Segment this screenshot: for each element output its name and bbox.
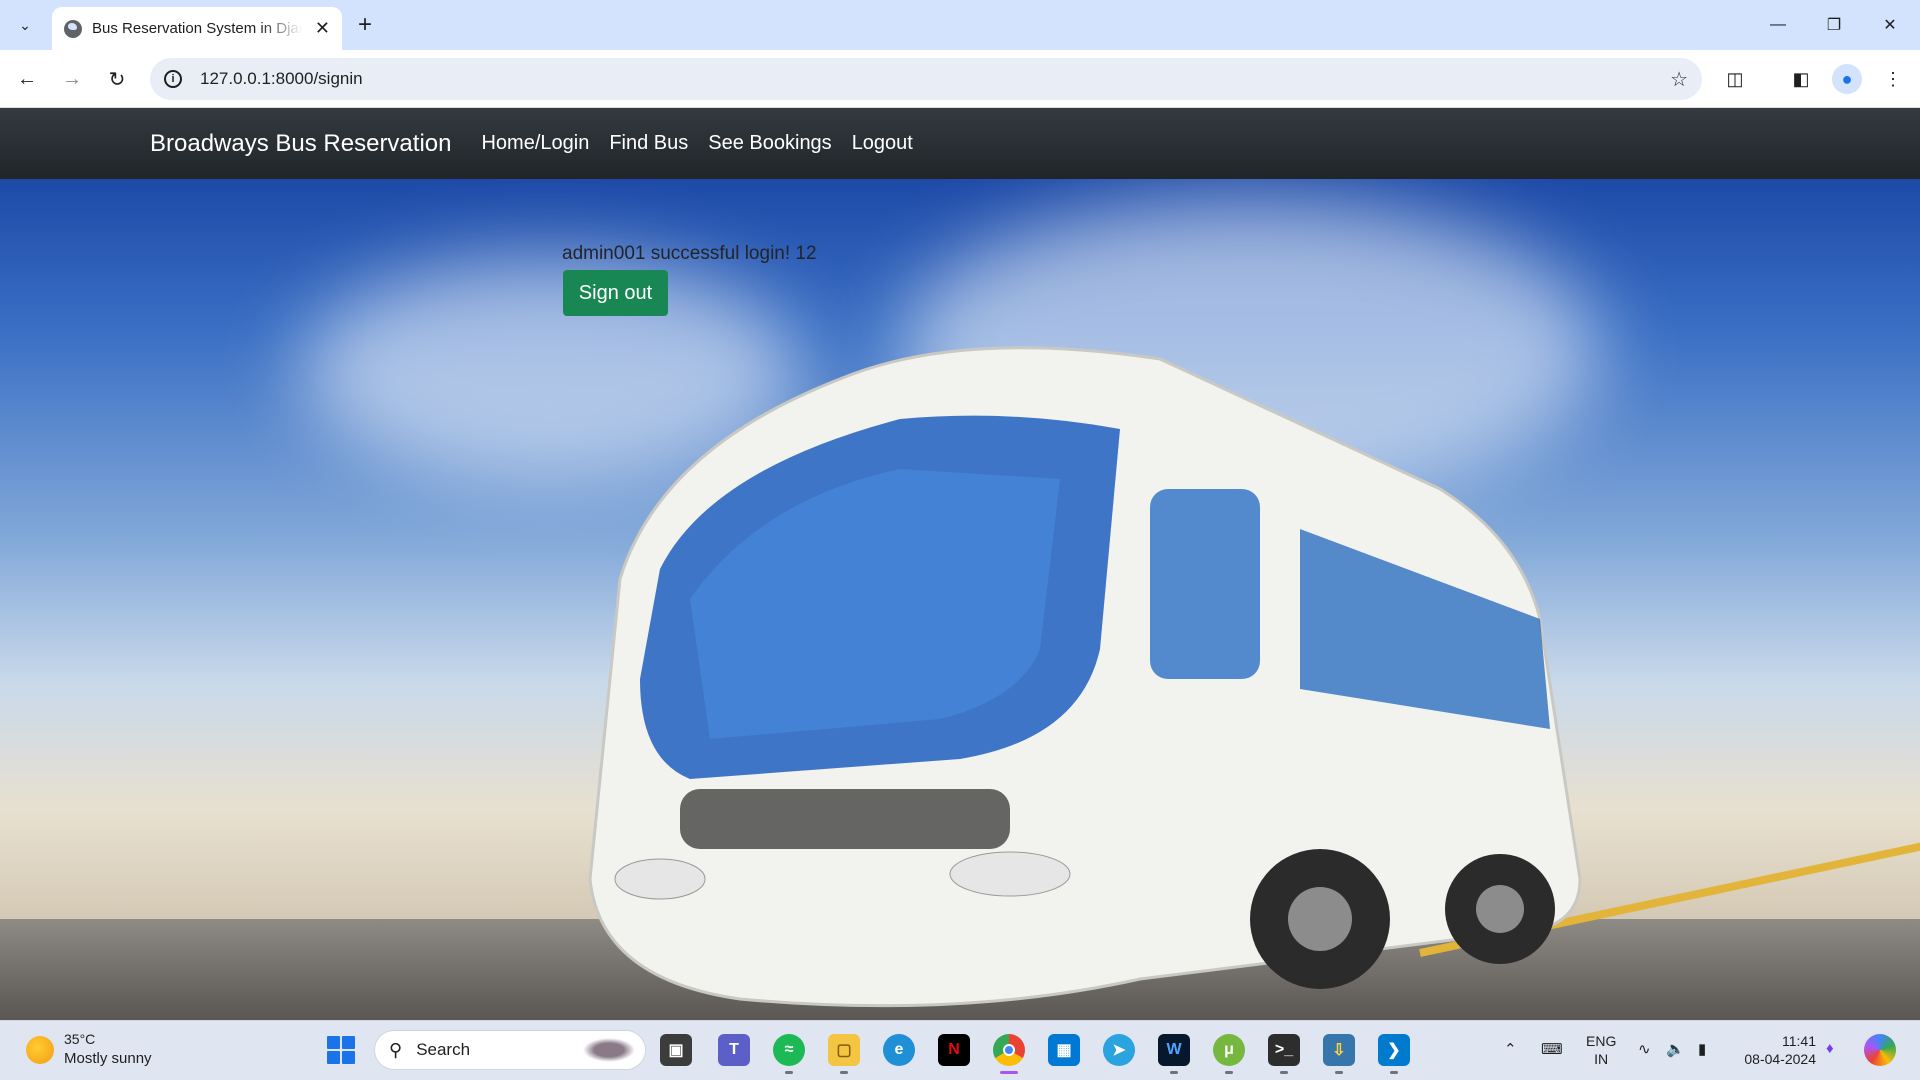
bookmark-star-icon[interactable]: ☆: [1670, 67, 1688, 92]
language-region: IN: [1594, 1051, 1609, 1067]
site-info-icon[interactable]: i: [164, 70, 182, 88]
edge-icon[interactable]: e: [883, 1034, 915, 1066]
netflix-icon[interactable]: N: [938, 1034, 970, 1066]
kebab-menu-icon[interactable]: ⋮: [1878, 64, 1908, 94]
weather-description[interactable]: Mostly sunny: [64, 1050, 152, 1067]
url-text[interactable]: 127.0.0.1:8000/signin: [200, 69, 363, 89]
show-hidden-icons-chevron-icon[interactable]: ⌃: [1504, 1040, 1517, 1058]
back-arrow-icon[interactable]: ←: [10, 62, 44, 96]
minimize-icon[interactable]: —: [1750, 0, 1806, 50]
sign-out-button[interactable]: Sign out: [563, 270, 668, 316]
tab-search-chevron-icon[interactable]: ⌄: [10, 10, 40, 40]
address-bar[interactable]: i 127.0.0.1:8000/signin ☆: [150, 58, 1702, 100]
browser-tab[interactable]: Bus Reservation System in Django ✕: [52, 7, 342, 50]
wifi-icon[interactable]: ∿: [1638, 1040, 1651, 1058]
system-clock[interactable]: 11:41 08-04-2024: [1738, 1032, 1816, 1068]
keyboard-icon[interactable]: ⌨: [1541, 1040, 1563, 1058]
file-explorer-icon[interactable]: ▢: [828, 1034, 860, 1066]
restore-icon[interactable]: ❐: [1806, 0, 1862, 50]
search-highlight-image: [583, 1038, 635, 1062]
bus-illustration: [588, 346, 1582, 1008]
chrome-icon[interactable]: [993, 1034, 1025, 1066]
microsoft-store-icon[interactable]: ▦: [1048, 1034, 1080, 1066]
reload-icon[interactable]: ↻: [100, 62, 134, 96]
utorrent-icon[interactable]: μ: [1213, 1034, 1245, 1066]
login-success-message: admin001 successful login! 12: [562, 243, 817, 264]
notification-bell-icon[interactable]: ♦: [1826, 1040, 1834, 1057]
telegram-icon[interactable]: ➤: [1103, 1034, 1135, 1066]
nav-link-find-bus[interactable]: Find Bus: [609, 132, 688, 155]
taskbar-search-box[interactable]: ⚲ Search: [374, 1030, 646, 1070]
terminal-icon[interactable]: >_: [1268, 1034, 1300, 1066]
site-navbar: Broadways Bus Reservation Home/Login Fin…: [0, 108, 1920, 179]
navbar-brand[interactable]: Broadways Bus Reservation: [150, 130, 451, 158]
webex-icon[interactable]: W: [1158, 1034, 1190, 1066]
globe-favicon-icon: [64, 19, 82, 38]
python-installer-icon[interactable]: ⇩: [1323, 1034, 1355, 1066]
tab-title: Bus Reservation System in Django: [92, 20, 302, 37]
battery-icon[interactable]: ▮: [1698, 1040, 1706, 1058]
side-panel-icon[interactable]: ◧: [1786, 64, 1816, 94]
windows-start-icon[interactable]: [327, 1036, 355, 1064]
copilot-icon[interactable]: [1864, 1034, 1896, 1066]
profile-avatar-icon[interactable]: ●: [1832, 64, 1862, 94]
nav-link-home-login[interactable]: Home/Login: [481, 132, 589, 155]
teams-icon[interactable]: T: [718, 1034, 750, 1066]
search-icon: ⚲: [389, 1039, 403, 1060]
forward-arrow-icon[interactable]: →: [55, 62, 89, 96]
spotify-icon[interactable]: ≈: [773, 1034, 805, 1066]
taskbar-search-placeholder: Search: [416, 1040, 471, 1059]
clock-time: 11:41: [1782, 1033, 1816, 1049]
tab-close-icon[interactable]: ✕: [315, 18, 330, 39]
weather-temperature[interactable]: 35°C: [64, 1031, 95, 1047]
hero-bus-background-image: [0, 179, 1920, 1020]
clock-date: 08-04-2024: [1744, 1051, 1816, 1067]
volume-icon[interactable]: 🔈: [1666, 1040, 1685, 1058]
vscode-icon[interactable]: ❯: [1378, 1034, 1410, 1066]
new-tab-icon[interactable]: +: [350, 10, 380, 40]
language-code: ENG: [1586, 1033, 1617, 1049]
extensions-puzzle-icon[interactable]: ◫: [1720, 64, 1750, 94]
task-view-icon[interactable]: ▣: [660, 1034, 692, 1066]
nav-link-logout[interactable]: Logout: [852, 132, 913, 155]
close-window-icon[interactable]: ✕: [1862, 0, 1918, 50]
language-indicator[interactable]: ENG IN: [1586, 1032, 1616, 1068]
weather-sun-icon[interactable]: [26, 1036, 54, 1064]
nav-link-see-bookings[interactable]: See Bookings: [708, 132, 831, 155]
browser-toolbar: ← → ↻ i 127.0.0.1:8000/signin ☆ ◫ ◧ ● ⋮: [0, 50, 1920, 108]
